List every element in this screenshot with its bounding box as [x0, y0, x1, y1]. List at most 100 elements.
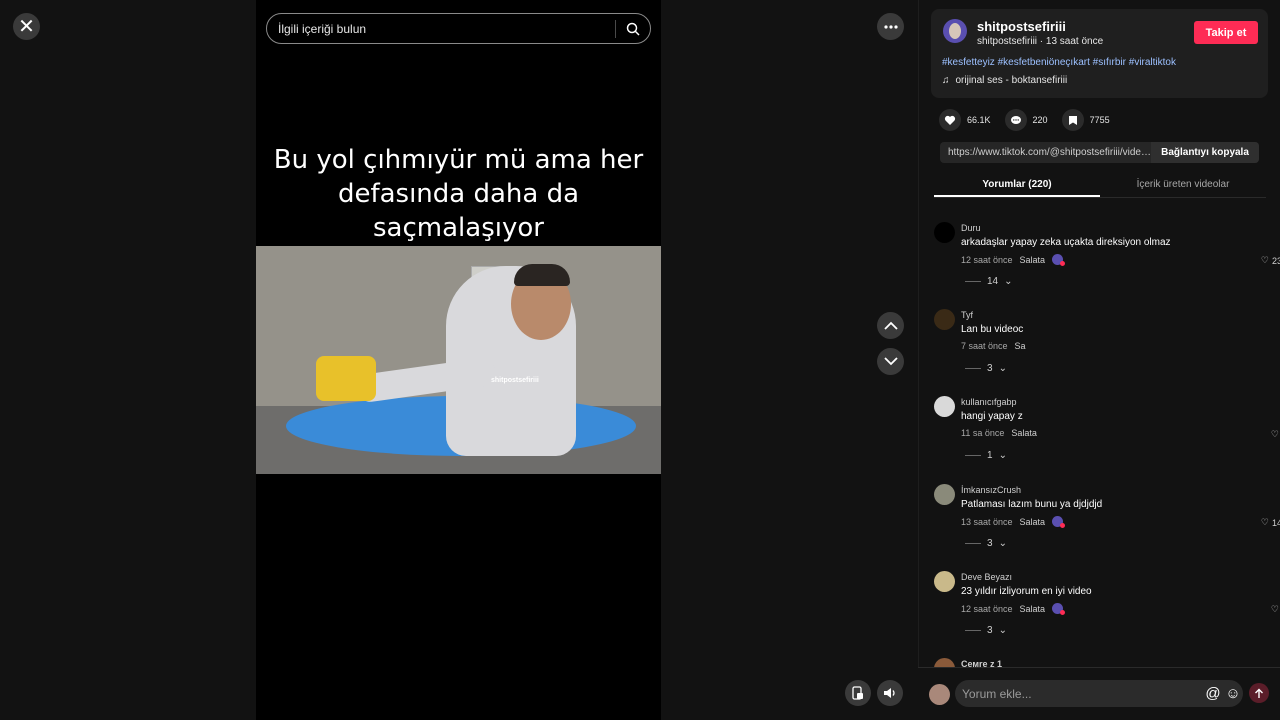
reply-button[interactable]: Salata	[1020, 604, 1046, 614]
like-stat[interactable]: 66.1K	[939, 109, 991, 131]
creator-avatar-icon	[1052, 254, 1066, 266]
mention-icon[interactable]: @	[1203, 680, 1223, 707]
follow-button[interactable]: Takip et	[1194, 21, 1258, 44]
view-replies-button[interactable]: 14 ⌄	[965, 276, 1013, 287]
close-button[interactable]: ✕	[13, 13, 40, 40]
comment-stat[interactable]: 220	[1004, 109, 1048, 131]
reply-divider	[965, 368, 981, 369]
comment-avatar[interactable]	[934, 396, 955, 417]
comment-avatar[interactable]	[934, 658, 955, 667]
details-panel: shitpostsefiriii shitpostsefiriii · 13 s…	[918, 0, 1280, 720]
sound-label: orijinal ses - boktansefiriii	[955, 75, 1068, 86]
engagement-stats: 66.1K 220 7755	[939, 109, 1110, 131]
heart-outline-icon: ♡	[1260, 517, 1269, 527]
tab-comments[interactable]: Yorumlar (220)	[934, 174, 1100, 197]
like-count: 66.1K	[967, 115, 991, 125]
comment-text: Lan bu videoc	[961, 324, 1024, 335]
comment-text: arkadaşlar yapay zeka uçakta direksiyon …	[961, 237, 1171, 248]
comment-time: 12 saat önce	[961, 254, 1013, 265]
reply-count: 1	[987, 450, 993, 461]
emoji-icon[interactable]: ☺	[1223, 680, 1243, 707]
caption-line: defasında daha da	[337, 179, 580, 209]
more-options-button[interactable]	[877, 13, 904, 40]
volume-button[interactable]	[877, 680, 903, 706]
comment-avatar[interactable]	[934, 309, 955, 330]
arrow-up-icon	[1255, 688, 1263, 698]
comment-username[interactable]: Cемre z 1	[961, 659, 1002, 667]
comment-like-button[interactable]: ♡ 36	[1271, 429, 1280, 440]
comment-like-count: 1423	[1271, 517, 1280, 528]
reply-button[interactable]: Salata	[1020, 255, 1046, 265]
chevron-down-icon: ⌄	[998, 538, 1007, 549]
share-link-row: https://www.tiktok.com/@shitpostsefiriii…	[940, 142, 1259, 163]
video-caption: Bu yol çıhmıyür mü ama her defasında dah…	[256, 143, 661, 245]
comment-meta: 11 sa önce Salata	[961, 428, 1037, 438]
send-comment-button[interactable]	[1249, 683, 1269, 703]
heart-icon[interactable]	[939, 109, 961, 131]
tab-creator-videos[interactable]: İçerik üreten videolar	[1100, 174, 1266, 197]
view-replies-button[interactable]: 3 ⌄	[965, 625, 1007, 636]
video-player[interactable]: Bu yol çıhmıyür mü ama her defasında dah…	[256, 0, 661, 720]
reply-count: 14	[987, 276, 999, 287]
save-stat[interactable]: 7755	[1061, 109, 1110, 131]
picture-in-picture-button[interactable]	[845, 680, 871, 706]
reply-count: 3	[987, 538, 993, 549]
reply-divider	[965, 543, 981, 544]
comment-text: hangi yapay z	[961, 411, 1023, 422]
comment-meta: 13 saat önce Salata	[961, 516, 1066, 528]
author-card: shitpostsefiriii shitpostsefiriii · 13 s…	[931, 9, 1268, 98]
reply-button[interactable]: Salata	[1020, 517, 1046, 527]
comment-like-count: 2341	[1271, 255, 1280, 266]
comment-tabs: Yorumlar (220) İçerik üreten videolar	[934, 174, 1266, 198]
reply-count: 3	[987, 363, 993, 374]
video-frame: shitpostsefiriii	[256, 246, 661, 474]
comment-time: 13 saat önce	[961, 516, 1013, 527]
comment-avatar[interactable]	[934, 571, 955, 592]
chevron-down-icon: ⌄	[1004, 276, 1013, 287]
sound-link[interactable]: ♫ orijinal ses - boktansefiriii	[942, 75, 1067, 86]
comment-username[interactable]: Deve Beyazı	[961, 572, 1012, 582]
comment-time: 11 sa önce	[961, 428, 1005, 438]
comment-like-button[interactable]: ♡ 2341	[1261, 255, 1280, 266]
comment-username[interactable]: Duru	[961, 223, 981, 233]
more-icon	[883, 24, 898, 29]
copy-link-button[interactable]: Bağlantıyı kopyala	[1151, 142, 1259, 163]
search-input[interactable]	[267, 21, 615, 36]
comment-avatar[interactable]	[934, 484, 955, 505]
share-url[interactable]: https://www.tiktok.com/@shitpostsefiriii…	[940, 147, 1151, 158]
search-icon[interactable]	[616, 13, 650, 44]
view-replies-button[interactable]: 1 ⌄	[965, 450, 1007, 461]
comment-avatar[interactable]	[934, 222, 955, 243]
comment-like-button[interactable]: ♡ 25	[1271, 604, 1280, 615]
reply-button[interactable]: Salata	[1011, 428, 1037, 438]
frame-hair	[514, 264, 570, 286]
bookmark-icon[interactable]	[1061, 109, 1084, 131]
previous-video-button[interactable]	[877, 312, 904, 339]
search-bar	[266, 13, 651, 44]
comment-icon[interactable]	[1004, 109, 1027, 131]
comment-username[interactable]: İmkansızCrush	[961, 485, 1021, 495]
reply-divider	[965, 455, 981, 456]
frame-toy	[316, 356, 376, 401]
hashtags[interactable]: #kesfetteyiz #kesfetbeniöneçıkart #sıfır…	[942, 57, 1176, 68]
comment-input[interactable]	[955, 686, 1203, 701]
view-replies-button[interactable]: 3 ⌄	[965, 363, 1007, 374]
reply-divider	[965, 630, 981, 631]
view-replies-button[interactable]: 3 ⌄	[965, 538, 1007, 549]
comment-composer: @ ☺	[918, 667, 1280, 720]
author-avatar[interactable]	[943, 19, 967, 43]
caption-line: Bu yol çıhmıyür mü ama her	[273, 145, 644, 175]
comment-count: 220	[1032, 115, 1048, 125]
next-video-button[interactable]	[877, 348, 904, 375]
comment-like-button[interactable]: ♡ 1423	[1261, 517, 1280, 528]
video-stage: ✕ Bu yol çıhmıyür mü ama her defasında d…	[0, 0, 918, 720]
comment-username[interactable]: Tyf	[961, 310, 973, 320]
reply-divider	[965, 281, 981, 282]
author-name[interactable]: shitpostsefiriii	[977, 19, 1066, 34]
creator-avatar-icon	[1052, 516, 1066, 528]
heart-outline-icon: ♡	[1260, 255, 1269, 265]
heart-outline-icon: ♡	[1270, 604, 1279, 614]
volume-icon	[884, 688, 895, 698]
comment-username[interactable]: kullanıcıfgabp	[961, 397, 1017, 407]
reply-button[interactable]: Sa	[1015, 341, 1026, 351]
